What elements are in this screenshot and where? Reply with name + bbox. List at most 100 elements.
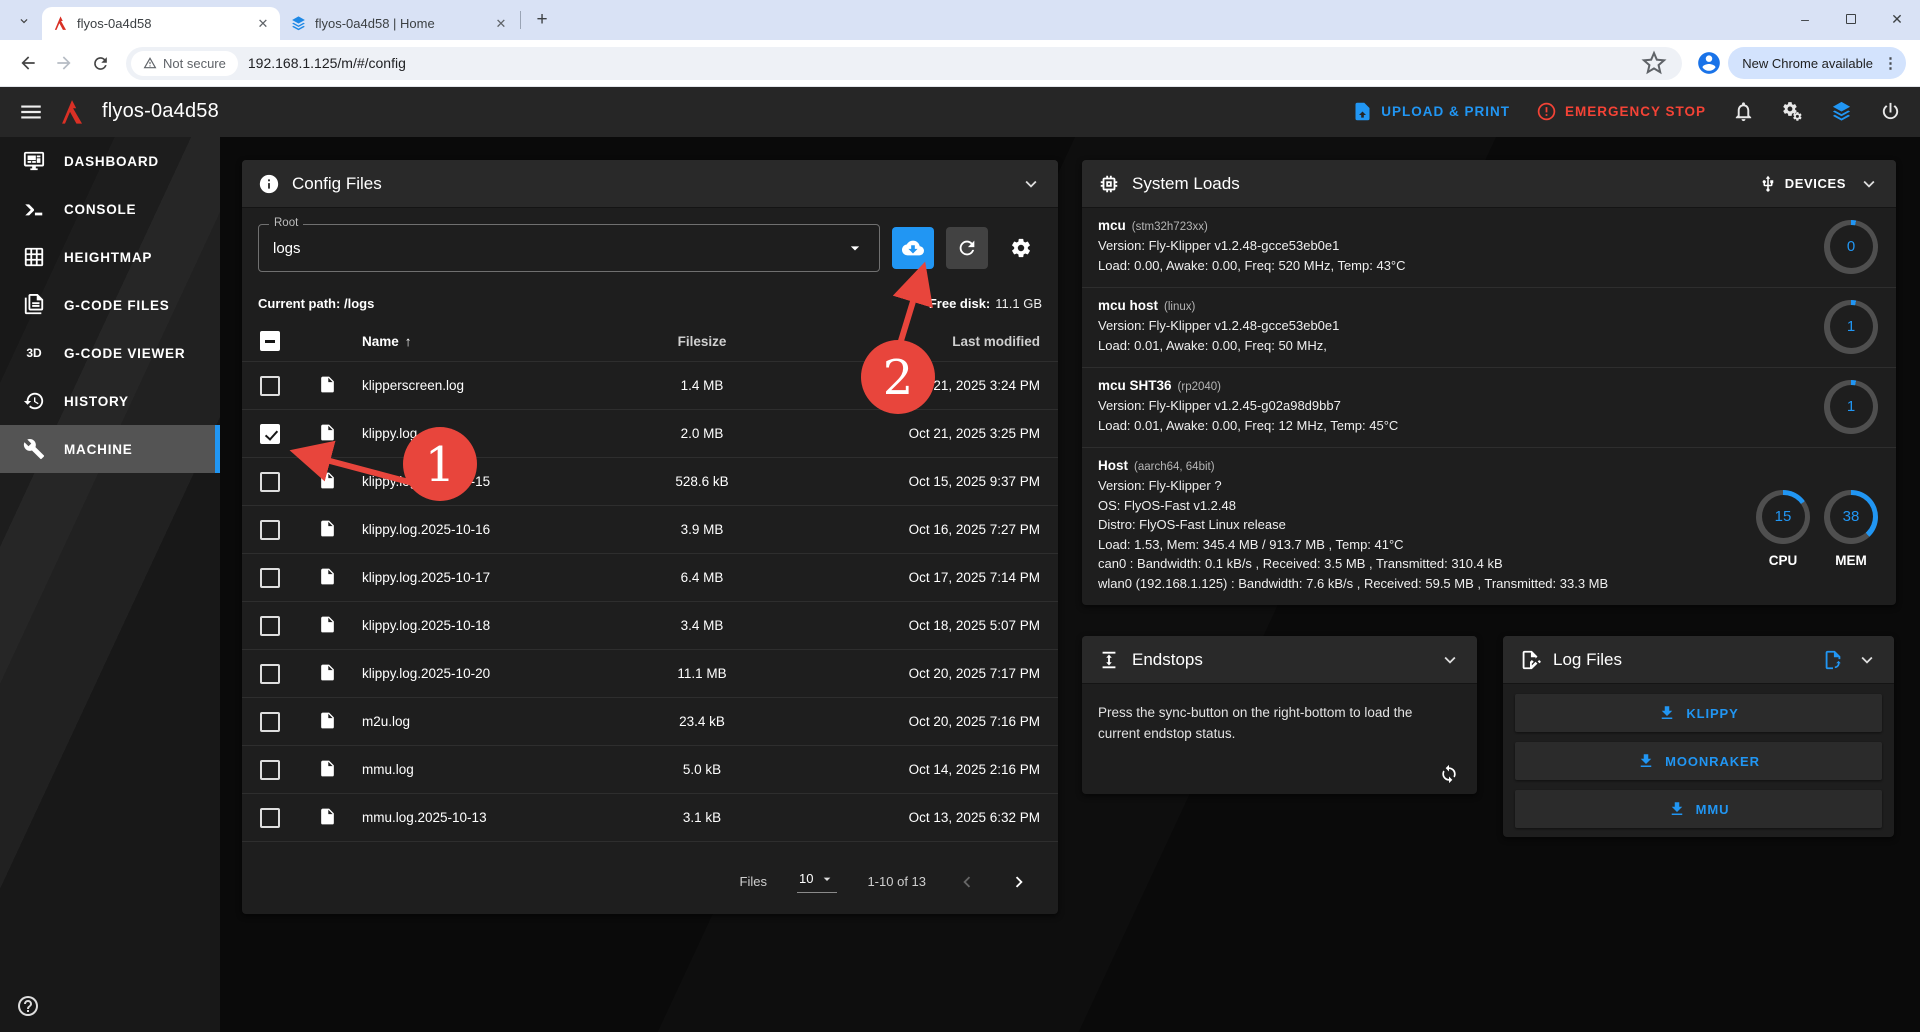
file-row[interactable]: klippy.log.2025-10-20 11.1 MB Oct 20, 20…: [242, 649, 1058, 697]
collapse-chevron-icon[interactable]: [1439, 649, 1461, 671]
help-button[interactable]: [16, 994, 40, 1018]
window-close-button[interactable]: ✕: [1874, 0, 1920, 38]
system-loads-header[interactable]: System Loads DEVICES: [1082, 160, 1896, 208]
files-settings-button[interactable]: [1000, 227, 1042, 269]
tab-close-icon[interactable]: ✕: [254, 15, 272, 33]
file-icon: [318, 663, 337, 685]
root-select[interactable]: Root logs: [258, 224, 880, 272]
file-row-checkbox[interactable]: [260, 712, 280, 732]
collapse-chevron-icon[interactable]: [1858, 173, 1880, 195]
chrome-update-button[interactable]: New Chrome available ⋮: [1728, 47, 1906, 79]
root-select-label: Root: [269, 217, 303, 229]
previous-page-button[interactable]: [956, 871, 978, 893]
host-gauges: 15 CPU 38 MEM: [1756, 490, 1878, 568]
per-page-select[interactable]: 10: [797, 871, 837, 893]
sidebar-item-heightmap[interactable]: HEIGHTMAP: [0, 233, 220, 281]
file-row-checkbox[interactable]: [260, 472, 280, 492]
browser-tab-home[interactable]: flyos-0a4d58 | Home ✕: [280, 7, 518, 40]
file-row[interactable]: klippy.log.2025-10-15 528.6 kB Oct 15, 2…: [242, 457, 1058, 505]
tab-search-button[interactable]: [10, 7, 38, 35]
warning-icon: [143, 56, 157, 70]
file-icon: [318, 567, 337, 589]
file-row-checkbox[interactable]: [260, 616, 280, 636]
file-size: 2.0 MB: [612, 426, 792, 441]
select-all-checkbox[interactable]: [260, 331, 280, 351]
refresh-files-button[interactable]: [946, 227, 988, 269]
file-row-checkbox[interactable]: [260, 376, 280, 396]
file-row[interactable]: klippy.log 2.0 MB Oct 21, 2025 3:25 PM: [242, 409, 1058, 457]
column-filesize[interactable]: Filesize: [612, 334, 792, 349]
file-row-checkbox[interactable]: [260, 664, 280, 684]
column-name[interactable]: Name↑: [362, 334, 612, 349]
devices-button[interactable]: DEVICES: [1759, 175, 1846, 193]
theme-layers-button[interactable]: [1830, 100, 1853, 123]
file-row[interactable]: klippy.log.2025-10-18 3.4 MB Oct 18, 202…: [242, 601, 1058, 649]
file-row[interactable]: klippy.log.2025-10-16 3.9 MB Oct 16, 202…: [242, 505, 1058, 553]
tab-divider: [520, 11, 521, 29]
notifications-button[interactable]: [1732, 100, 1755, 123]
sidebar-item-history[interactable]: HISTORY: [0, 377, 220, 425]
config-files-header[interactable]: Config Files: [242, 160, 1058, 208]
collapse-chevron-icon[interactable]: [1020, 173, 1042, 195]
endstops-header[interactable]: Endstops: [1082, 636, 1477, 684]
panel-title: Config Files: [292, 174, 382, 194]
log-download-mmu-button[interactable]: MMU: [1515, 790, 1882, 828]
sidebar-item-machine[interactable]: MACHINE: [0, 425, 220, 473]
menu-button[interactable]: [18, 99, 44, 125]
file-row-checkbox[interactable]: [260, 424, 280, 444]
mcu-stat-line: Version: Fly-Klipper v1.2.48-gcce53eb0e1: [1098, 316, 1339, 336]
file-row[interactable]: klippy.log.2025-10-17 6.4 MB Oct 17, 202…: [242, 553, 1058, 601]
log-download-label: MMU: [1696, 802, 1730, 817]
forward-button[interactable]: [49, 48, 79, 78]
back-button[interactable]: [13, 48, 43, 78]
power-button[interactable]: [1879, 100, 1902, 123]
collapse-chevron-icon[interactable]: [1856, 649, 1878, 671]
file-row-checkbox[interactable]: [260, 520, 280, 540]
config-files-panel: Config Files Root logs: [242, 160, 1058, 914]
download-icon: [1668, 800, 1686, 818]
log-download-klippy-button[interactable]: KLIPPY: [1515, 694, 1882, 732]
url-text[interactable]: 192.168.1.125/m/#/config: [248, 55, 1636, 71]
file-name: klippy.log: [362, 426, 612, 441]
app-header: flyos-0a4d58 UPLOAD & PRINT EMERGENCY ST…: [0, 86, 1920, 137]
file-row[interactable]: mmu.log.2025-10-13 3.1 kB Oct 13, 2025 6…: [242, 793, 1058, 841]
sidebar-item-dashboard[interactable]: DASHBOARD: [0, 137, 220, 185]
settings-button[interactable]: [1781, 100, 1804, 123]
sidebar-item-gcode-viewer[interactable]: 3D G-CODE VIEWER: [0, 329, 220, 377]
config-files-toolbar: Root logs: [242, 208, 1058, 272]
files-table-body: klipperscreen.log 1.4 MB Oct 21, 2025 3:…: [242, 361, 1058, 841]
file-row-checkbox[interactable]: [260, 760, 280, 780]
bookmark-star-icon[interactable]: [1639, 48, 1669, 78]
file-row[interactable]: mmu.log 5.0 kB Oct 14, 2025 2:16 PM: [242, 745, 1058, 793]
window-minimize-button[interactable]: –: [1782, 0, 1828, 38]
download-selected-button[interactable]: [892, 227, 934, 269]
log-download-buttons: KLIPPY MOONRAKER MMU: [1503, 694, 1894, 828]
emergency-stop-button[interactable]: EMERGENCY STOP: [1536, 101, 1706, 122]
file-row-checkbox[interactable]: [260, 808, 280, 828]
column-last-modified[interactable]: Last modified: [792, 334, 1042, 349]
sidebar-item-console[interactable]: CONSOLE: [0, 185, 220, 233]
tab-close-icon[interactable]: ✕: [492, 15, 510, 33]
window-restore-button[interactable]: [1828, 0, 1874, 38]
address-bar[interactable]: Not secure 192.168.1.125/m/#/config: [126, 47, 1682, 80]
gauge-value: 38: [1830, 495, 1873, 538]
log-files-header[interactable]: Log Files: [1503, 636, 1894, 684]
file-row[interactable]: m2u.log 23.4 kB Oct 20, 2025 7:16 PM: [242, 697, 1058, 745]
profile-icon[interactable]: [1696, 50, 1722, 76]
browser-tab-flyos[interactable]: flyos-0a4d58 ✕: [42, 7, 280, 40]
endstops-sync-button[interactable]: [1439, 764, 1459, 784]
next-page-button[interactable]: [1008, 871, 1030, 893]
log-rollover-button[interactable]: [1822, 649, 1844, 671]
file-icon: [318, 615, 337, 637]
upload-and-print-button[interactable]: UPLOAD & PRINT: [1352, 101, 1510, 122]
not-secure-chip[interactable]: Not secure: [131, 51, 238, 76]
host-block: Host(aarch64, 64bit) Version: Fly-Klippe…: [1082, 447, 1896, 605]
browser-menu-icon[interactable]: ⋮: [1883, 54, 1898, 72]
new-tab-button[interactable]: +: [529, 7, 555, 33]
file-row[interactable]: klipperscreen.log 1.4 MB Oct 21, 2025 3:…: [242, 361, 1058, 409]
log-download-moonraker-button[interactable]: MOONRAKER: [1515, 742, 1882, 780]
reload-button[interactable]: [85, 48, 115, 78]
file-row-checkbox[interactable]: [260, 568, 280, 588]
sidebar-item-gcode-files[interactable]: G-CODE FILES: [0, 281, 220, 329]
mcu-name: mcu host(linux): [1098, 298, 1339, 313]
